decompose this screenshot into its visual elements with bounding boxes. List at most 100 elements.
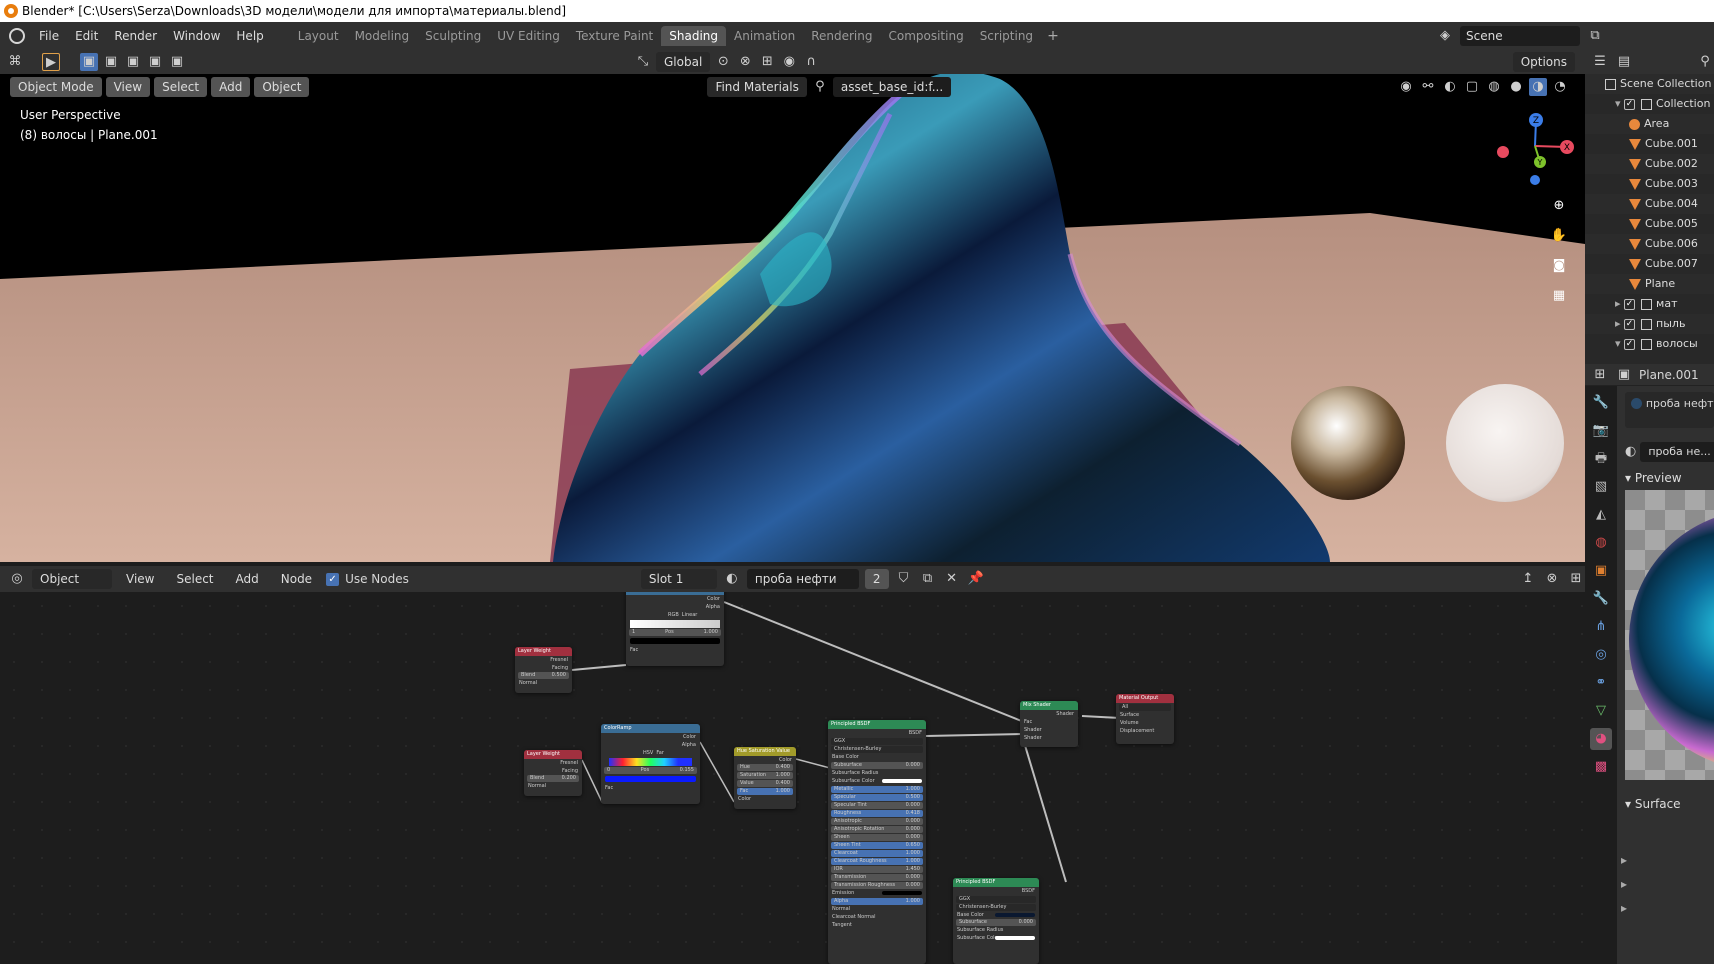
bsdf-field[interactable]: Specular Tint 0.000 [831,802,923,809]
node-object-dropdown[interactable]: Object [32,569,112,589]
outliner-editor-icon[interactable]: ☰ [1591,53,1609,71]
bsdf-field[interactable]: Anisotropic 0.000 [831,818,923,825]
grid-view-icon[interactable]: ▦ [1546,283,1572,309]
3d-viewport[interactable] [0,74,1585,562]
principled-bsdf-node[interactable]: Principled BSDF BSDF GGX Christensen-Bur… [828,720,926,964]
value-field[interactable]: Value 0.400 [737,780,793,787]
ramp-color-swatch[interactable] [630,638,720,644]
output-tab-icon[interactable]: 🖶 [1590,448,1612,470]
bsdf-field[interactable]: Sheen Tint 0.650 [831,842,923,849]
texture-tab-icon[interactable]: ▩ [1590,756,1612,778]
find-materials-dropdown[interactable]: Find Materials [707,77,807,97]
expand-arrow-icon[interactable]: ▸ [1615,317,1624,330]
fake-user-shield-icon[interactable]: ⛉ [895,570,913,588]
render-tab-icon[interactable]: 📷 [1590,420,1612,442]
select-extend-icon[interactable]: ▣ [102,53,120,71]
bsdf-socket[interactable]: Normal [828,905,926,913]
select-box-icon[interactable]: ▣ [80,53,98,71]
tab-sculpting[interactable]: Sculpting [417,26,489,46]
duplicate-material-icon[interactable]: ⧉ [919,570,937,588]
constraints-tab-icon[interactable]: ⚭ [1590,672,1612,694]
collection-checkbox[interactable]: ✓ [1624,338,1636,350]
visibility-icon[interactable]: ◉ [1397,78,1415,96]
particles-tab-icon[interactable]: ⋔ [1590,616,1612,638]
material-name-field[interactable]: проба нефти [746,569,859,589]
outliner-item[interactable]: Area [1585,114,1714,134]
socket-color-out[interactable]: Color [626,595,724,603]
new-scene-icon[interactable]: ⧉ [1586,27,1604,45]
collection-checkbox[interactable]: ✓ [1624,298,1636,310]
select-subtract-icon[interactable]: ▣ [124,53,142,71]
socket-fac-in[interactable]: Fac [626,646,724,654]
overlay-toggle-icon[interactable]: ◐ [1441,78,1459,96]
collapsed-row-1[interactable]: ▸ [1617,854,1714,866]
node-snap-icon[interactable]: ⊗ [1543,570,1561,588]
material-browse-icon[interactable]: ◐ [723,570,741,588]
expand-arrow-icon[interactable]: ▸ [1615,297,1624,310]
mix-shader-node[interactable]: Mix Shader Shader Fac Shader Shader [1020,701,1078,747]
socket-surface-in[interactable]: Surface [1116,711,1174,719]
socket-bsdf-out[interactable]: BSDF [828,729,926,737]
distribution-dropdown[interactable]: GGX [956,896,1036,903]
pivot-icon[interactable]: ⊙ [714,53,732,71]
menu-help[interactable]: Help [228,26,271,46]
node-editor-canvas[interactable]: Color Alpha RGB Linear 1 Pos 1.000 Fac Lay… [0,592,1585,964]
distribution-dropdown[interactable]: GGX [831,738,923,745]
collection-checkbox[interactable]: ✓ [1624,318,1636,330]
outliner-item[interactable]: Cube.003 [1585,174,1714,194]
bsdf-field[interactable]: Roughness 0.418 [831,810,923,817]
socket-normal-in[interactable]: Normal [515,679,572,687]
object-mode-dropdown[interactable]: Object Mode [10,77,102,97]
bsdf-socket[interactable]: Tangent [828,921,926,929]
outliner-item[interactable]: Cube.006 [1585,234,1714,254]
shading-rendered-icon[interactable]: ◔ [1551,78,1569,96]
ramp-mode[interactable]: HSV [643,749,653,757]
hue-field[interactable]: Hue 0.400 [737,764,793,771]
outliner-item[interactable]: Cube.005 [1585,214,1714,234]
slot-dropdown[interactable]: Slot 1 [640,569,717,589]
bsdf-field[interactable]: Specular 0.500 [831,794,923,801]
subsurface-method-dropdown[interactable]: Christensen-Burley [831,746,923,753]
tab-modeling[interactable]: Modeling [347,26,418,46]
socket-alpha-out[interactable]: Alpha [626,603,724,611]
socket-fac-in[interactable]: Fac [1020,718,1078,726]
tab-rendering[interactable]: Rendering [803,26,880,46]
socket-base-color[interactable]: Base Color [953,911,1039,919]
properties-editor-icon[interactable]: ⊞ [1591,366,1609,384]
scene-name-field[interactable]: Scene [1460,26,1580,46]
shading-wireframe-icon[interactable]: ◍ [1485,78,1503,96]
bsdf-socket[interactable]: Clearcoat Normal [828,913,926,921]
menu-file[interactable]: File [31,26,67,46]
xray-toggle-icon[interactable]: ▢ [1463,78,1481,96]
outliner-item[interactable]: Plane [1585,274,1714,294]
socket-color-in[interactable]: Color [734,795,796,803]
output-target-dropdown[interactable]: All [1119,704,1171,711]
socket-bsdf-out[interactable]: BSDF [953,887,1039,895]
node-menu-select[interactable]: Select [168,569,221,589]
collapsed-row-2[interactable]: ▸ [1617,878,1714,890]
socket-shader-in-1[interactable]: Shader [1020,726,1078,734]
zoom-icon[interactable]: ⊕ [1546,193,1572,219]
bsdf-socket[interactable]: Subsurface Color [828,777,926,785]
ramp-pos-field[interactable]: 0 Pos 0.155 [604,767,697,774]
add-workspace-button[interactable]: + [1041,28,1065,44]
subsurface-method-dropdown[interactable]: Christensen-Burley [956,904,1036,911]
bsdf-field[interactable]: Sheen 0.000 [831,834,923,841]
socket-facing-out[interactable]: Facing [515,664,572,672]
outliner-item[interactable]: Cube.002 [1585,154,1714,174]
saturation-field[interactable]: Saturation 1.000 [737,772,793,779]
node-snap-type-icon[interactable]: ⊞ [1567,570,1585,588]
bsdf-field[interactable]: Clearcoat 1.000 [831,850,923,857]
socket-volume-in[interactable]: Volume [1116,719,1174,727]
world-tab-icon[interactable]: ◍ [1590,532,1612,554]
ramp-color-swatch[interactable] [605,776,696,782]
use-nodes-checkbox[interactable]: ✓ [326,572,340,586]
object-tab-icon[interactable]: ▣ [1590,560,1612,582]
select-intersect-icon[interactable]: ▣ [168,53,186,71]
outliner-search-icon[interactable]: ⚲ [1696,53,1714,71]
socket-displacement-in[interactable]: Displacement [1116,727,1174,735]
tab-uv-editing[interactable]: UV Editing [489,26,568,46]
bsdf-socket[interactable]: Subsurface Radius [828,769,926,777]
tab-animation[interactable]: Animation [726,26,803,46]
menu-render[interactable]: Render [106,26,165,46]
